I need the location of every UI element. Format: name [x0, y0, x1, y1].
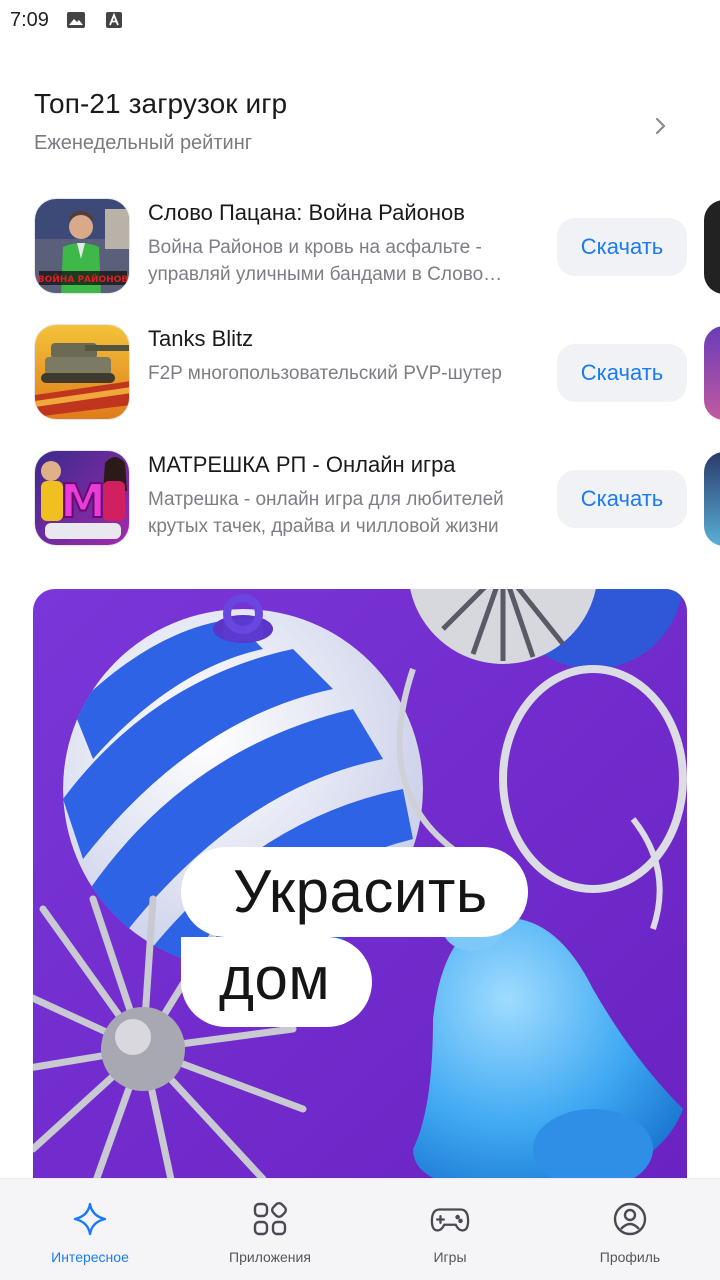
section-title: Топ-21 загрузок игр	[34, 88, 288, 119]
image-icon	[65, 9, 87, 31]
app-name: Слово Пацана: Война Районов	[148, 200, 465, 225]
nav-label: Игры	[433, 1249, 467, 1265]
status-time: 7:09	[10, 8, 49, 31]
gamepad-icon	[430, 1199, 470, 1239]
nav-item-profile[interactable]: Профиль	[540, 1179, 720, 1280]
nav-item-interesting[interactable]: Интересное	[0, 1179, 180, 1280]
download-button[interactable]: Скачать	[557, 344, 687, 402]
next-column-app-icon[interactable]	[704, 200, 720, 294]
app-description: F2P многопользовательский PVP-шутер	[148, 363, 502, 384]
profile-icon	[610, 1199, 650, 1239]
download-button[interactable]: Скачать	[557, 218, 687, 276]
app-name: Tanks Blitz	[148, 326, 254, 351]
download-button[interactable]: Скачать	[557, 470, 687, 528]
bottom-nav: Интересное Приложения Игры Профиль	[0, 1178, 720, 1280]
apps-grid-icon	[250, 1199, 290, 1239]
chevron-right-icon[interactable]	[648, 114, 672, 138]
nav-item-games[interactable]: Игры	[360, 1179, 540, 1280]
app-name: МАТРЕШКА РП - Онлайн игра	[148, 452, 456, 477]
sparkle-icon	[70, 1199, 110, 1239]
section-subtitle: Еженедельный рейтинг	[34, 132, 253, 154]
app-text[interactable]: Слово Пацана: Война Районов Война Районо…	[148, 200, 543, 288]
list-item[interactable]: M МАТРЕШКА РП - Онлайн игра Матрешка - о…	[0, 450, 720, 576]
banner-title-line-2: дом	[181, 937, 373, 1027]
font-a-icon	[103, 9, 125, 31]
status-bar: 7:09	[0, 0, 720, 40]
list-item[interactable]: ВОЙНА РАЙОНОВ Слово Пацана: Война Районо…	[0, 198, 720, 324]
app-icon-tanks-blitz[interactable]	[34, 324, 130, 420]
app-icon-slovo-patsana[interactable]: ВОЙНА РАЙОНОВ	[34, 198, 130, 294]
app-description: Война Районов и кровь на асфальте - упра…	[148, 237, 484, 285]
app-description: Матрешка - онлайн игра для любителей кру…	[148, 489, 504, 537]
promo-banner[interactable]: Украсить дом	[33, 589, 687, 1189]
nav-label: Интересное	[51, 1249, 129, 1265]
nav-label: Профиль	[599, 1249, 661, 1265]
banner-title-line-1: Украсить	[181, 847, 528, 937]
nav-item-apps[interactable]: Приложения	[180, 1179, 360, 1280]
app-text[interactable]: Tanks Blitz F2P многопользовательский PV…	[148, 326, 543, 387]
app-text[interactable]: МАТРЕШКА РП - Онлайн игра Матрешка - онл…	[148, 452, 543, 540]
list-item[interactable]: Tanks Blitz F2P многопользовательский PV…	[0, 324, 720, 450]
app-list: ВОЙНА РАЙОНОВ Слово Пацана: Война Районо…	[0, 198, 720, 576]
app-icon-matreshka-rp[interactable]: M	[34, 450, 130, 546]
nav-label: Приложения	[229, 1249, 311, 1265]
next-column-app-icon[interactable]	[704, 326, 720, 420]
next-column-app-icon[interactable]	[704, 452, 720, 546]
icon-logo-text: ВОЙНА РАЙОНОВ	[38, 273, 129, 285]
icon-logo-text: M	[60, 474, 106, 528]
top-games-header[interactable]: Топ-21 загрузок игр Еженедельный рейтинг	[34, 88, 684, 168]
